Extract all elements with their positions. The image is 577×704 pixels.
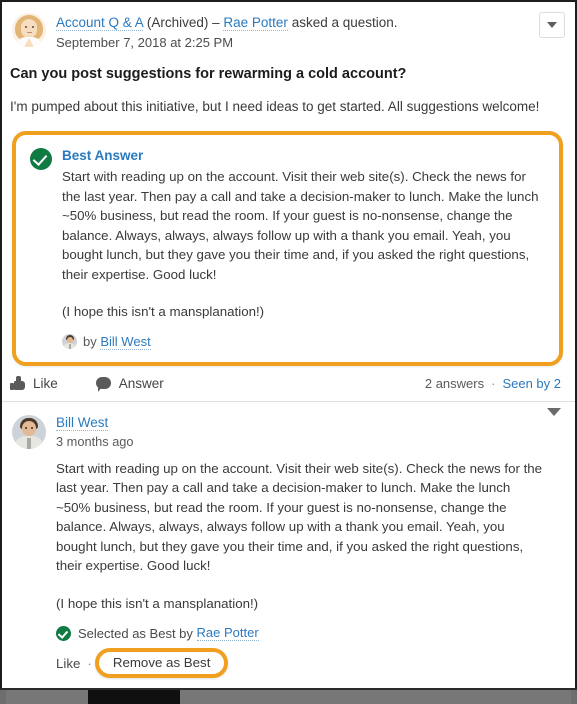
answer-author-link[interactable]: Bill West [56,414,109,431]
selected-as-best-row: Selected as Best by Rae Potter [56,625,563,641]
best-answer-callout: Best Answer Start with reading up on the… [12,131,563,366]
best-answer-content: Best Answer Start with reading up on the… [62,147,543,350]
best-answer-section: Best Answer Start with reading up on the… [2,117,575,366]
avatar-eye-left [25,26,27,28]
avatar-mouth [27,32,32,33]
chevron-down-icon [547,407,561,431]
best-answer-paragraph-1: Start with reading up on the account. Vi… [62,169,539,282]
chevron-down-icon [547,22,557,28]
avatar-collar-right [29,38,34,47]
avatar-bill-west[interactable] [12,414,46,449]
action-bar-separator: · [491,375,496,391]
question-action-text: asked a question. [291,15,398,30]
best-answer-label: Best Answer [62,148,144,163]
question-body: I'm pumped about this initiative, but I … [10,99,540,114]
question-meta: Account Q & A (Archived) – Rae Potter as… [56,12,563,52]
avatar-bill-west-mini[interactable] [62,334,77,349]
avatar-rae-potter[interactable] [12,13,46,47]
answer-header: Bill West 3 months ago [12,407,563,451]
question-byline: Account Q & A (Archived) – Rae Potter as… [56,13,563,32]
feed-item-page: Account Q & A (Archived) – Rae Potter as… [2,2,575,688]
answer-timestamp: 3 months ago [56,433,134,449]
avatar-eye-right [32,26,34,28]
screenshot-viewport: Account Q & A (Archived) – Rae Potter as… [0,0,577,704]
question-action-bar: Like Answer 2 answers · Seen by 2 [2,366,575,401]
action-bar-right: 2 answers · Seen by 2 [425,376,565,391]
selected-by-link[interactable]: Rae Potter [196,625,259,641]
question-menu-button[interactable] [539,12,565,38]
answer-like-button[interactable]: Like [56,656,80,671]
check-circle-icon [30,148,52,170]
question-timestamp: September 7, 2018 at 2:25 PM [56,35,234,50]
like-button[interactable]: Like [10,376,58,391]
avatar-eye-left [25,426,27,429]
answer-button[interactable]: Answer [95,375,164,392]
avatar-face [21,19,37,38]
answer-meta: Bill West 3 months ago [56,414,563,451]
answer-button-label: Answer [118,375,164,391]
mini-avatar-tie [68,344,71,349]
answer-paragraph-1: Start with reading up on the account. Vi… [56,460,543,574]
avatar-tie [27,437,31,449]
scrollbar-thumb[interactable] [88,690,180,704]
comment-bubble-icon [95,376,111,392]
answer-menu-button[interactable] [547,407,561,431]
avatar-eye-right [31,426,33,429]
answer-author: Bill West [56,414,563,432]
scrollbar-track-right [571,690,577,704]
seen-by-link[interactable]: Seen by 2 [502,376,561,391]
answer-action-separator: · [87,655,92,671]
answer-paragraph-2: (I hope this isn't a mansplanation!) [56,595,259,611]
group-link[interactable]: Account Q & A [56,15,144,31]
bubble-tail [97,387,101,392]
byline-separator: – [212,15,220,30]
thumb-up-part [16,376,21,382]
thumbs-up-icon [10,376,25,390]
answers-count: 2 answers [424,375,485,391]
selected-as-best-prefix: Selected as Best by [78,625,193,641]
best-answer-attribution: by Bill West [62,334,543,350]
check-circle-icon [56,625,71,641]
question-title: Can you post suggestions for rewarming a… [10,66,407,82]
thumb-stem [10,383,14,390]
best-answer-paragraph-2: (I hope this isn't a mansplanation!) [62,304,265,319]
answer-action-row: Like · Remove as Best [56,648,563,678]
question-header: Account Q & A (Archived) – Rae Potter as… [2,2,575,52]
best-answer-by-prefix: by [83,334,97,349]
best-answer-author-link[interactable]: Bill West [100,334,151,350]
thumb-pad [14,381,25,390]
horizontal-scrollbar[interactable] [0,690,577,704]
archived-label: (Archived) [146,15,209,30]
like-button-label: Like [33,375,58,391]
remove-as-best-button[interactable]: Remove as Best [94,648,229,678]
question-author-link[interactable]: Rae Potter [223,15,288,31]
answer-item: Bill West 3 months ago Start with readin… [2,402,575,678]
scrollbar-track-left [0,690,6,704]
